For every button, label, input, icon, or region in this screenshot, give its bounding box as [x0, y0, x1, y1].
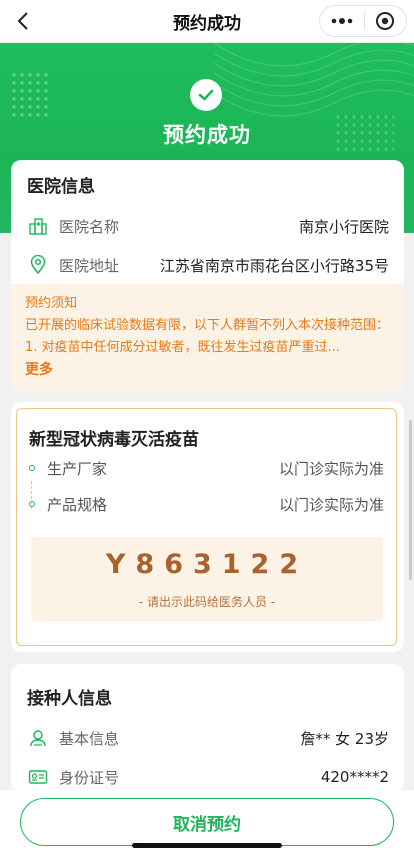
hospital-address-row: 医院地址 江苏省南京市雨花台区小行路35号: [27, 251, 389, 279]
recipient-id-row: 身份证号 420****2: [27, 763, 389, 791]
hospital-info-card: 医院信息 医院名称 南京小行医院 医院地址 江苏省南京市雨花台区小行路35号 预…: [11, 160, 404, 392]
close-target-icon[interactable]: [364, 6, 406, 36]
basic-info-label: 基本信息: [59, 729, 120, 748]
location-pin-icon: [27, 254, 49, 276]
timeline-dot: [29, 501, 35, 507]
recipient-info-card: 接种人信息 基本信息 詹** 女 23岁 身份证号 420****2: [11, 664, 404, 792]
back-icon[interactable]: [10, 8, 36, 34]
recipient-basic-row: 基本信息 詹** 女 23岁: [27, 724, 389, 752]
appointment-notice: 预约须知 已开展的临床试验数据有限，以下人群暂不列入本次接种范围：1. 对疫苗中…: [11, 284, 404, 392]
spec-value: 以门诊实际为准: [278, 495, 384, 514]
vaccine-manufacturer-row: 生产厂家 以门诊实际为准: [29, 456, 384, 480]
hospital-section-title: 医院信息: [27, 177, 95, 197]
nav-bar: 预约成功: [0, 0, 414, 43]
timeline-dot: [29, 465, 35, 471]
appointment-code: Y863122: [105, 549, 309, 580]
hospital-address-value: 江苏省南京市雨花台区小行路35号: [159, 256, 389, 275]
person-icon: [27, 727, 49, 749]
spec-label: 产品规格: [47, 495, 108, 514]
appointment-code-box: Y863122 - 请出示此码给医务人员 -: [31, 537, 383, 621]
notice-text: 已开展的临床试验数据有限，以下人群暂不列入本次接种范围：1. 对疫苗中任何成分过…: [25, 318, 390, 355]
more-dots-icon[interactable]: [320, 6, 364, 36]
manufacturer-value: 以门诊实际为准: [278, 459, 384, 478]
id-card-icon: [27, 766, 49, 788]
hospital-name-label: 医院名称: [59, 217, 120, 236]
id-number-label: 身份证号: [59, 768, 120, 787]
notice-title: 预约须知: [25, 296, 78, 311]
scrollbar[interactable]: [409, 420, 412, 580]
manufacturer-label: 生产厂家: [47, 459, 108, 478]
page-title: 预约成功: [173, 13, 241, 34]
notice-more-link[interactable]: 更多: [25, 359, 390, 379]
hospital-name-value: 南京小行医院: [298, 217, 389, 236]
hospital-building-icon: [27, 215, 49, 237]
mini-program-capsule: [319, 5, 407, 37]
hospital-address-label: 医院地址: [59, 256, 120, 275]
vaccine-card-border: 新型冠状病毒灭活疫苗 生产厂家 以门诊实际为准 产品规格 以门诊实际为准 Y86…: [16, 408, 397, 646]
cancel-appointment-button[interactable]: 取消预约: [20, 798, 394, 846]
home-indicator[interactable]: [132, 843, 282, 848]
vaccine-spec-row: 产品规格 以门诊实际为准: [29, 492, 384, 516]
code-hint: - 请出示此码给医务人员 -: [138, 595, 276, 609]
success-title: 预约成功: [163, 123, 251, 147]
basic-info-value: 詹** 女 23岁: [300, 729, 389, 748]
success-check-icon: [190, 79, 222, 111]
decorative-dots: [10, 71, 50, 121]
recipient-section-title: 接种人信息: [27, 689, 112, 709]
hospital-name-row: 医院名称 南京小行医院: [27, 212, 389, 240]
vaccine-card: 新型冠状病毒灭活疫苗 生产厂家 以门诊实际为准 产品规格 以门诊实际为准 Y86…: [11, 402, 404, 652]
vaccine-name: 新型冠状病毒灭活疫苗: [29, 430, 199, 450]
id-number-value: 420****2: [320, 768, 389, 786]
